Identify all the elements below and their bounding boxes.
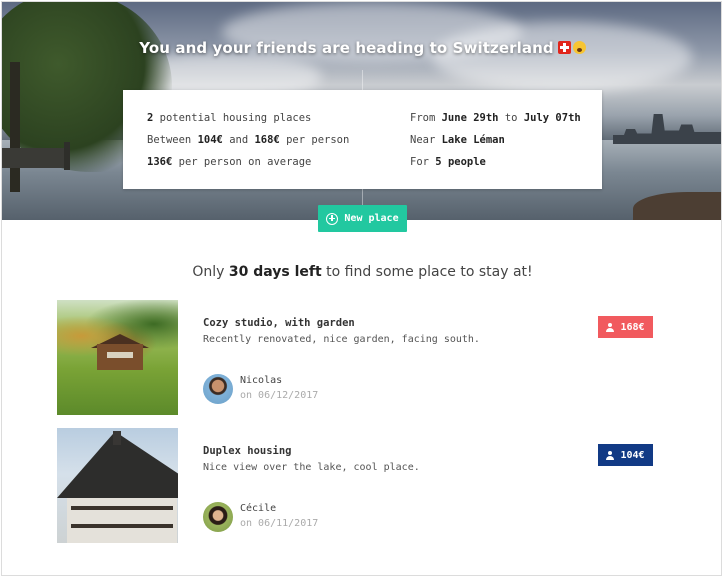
trip-title: You and your friends are heading to Swit… xyxy=(2,39,721,57)
swiss-flag-icon xyxy=(557,41,571,54)
trip-summary-card: 2 potential housing places Between 104€ … xyxy=(123,90,602,189)
new-place-label: New place xyxy=(344,213,399,224)
price-label: 168€ xyxy=(620,321,645,333)
plus-circle-icon xyxy=(326,212,339,225)
app-frame: You and your friends are heading to Swit… xyxy=(1,1,722,576)
price-label: 104€ xyxy=(620,449,645,461)
new-place-button[interactable]: New place xyxy=(318,205,407,232)
summary-left-column: 2 potential housing places Between 104€ … xyxy=(147,112,349,178)
listing-description: Recently renovated, nice garden, facing … xyxy=(203,334,480,345)
listing-title[interactable]: Cozy studio, with garden xyxy=(203,317,355,329)
avatar xyxy=(203,374,233,404)
listing-photo[interactable] xyxy=(57,300,178,415)
listing-photo[interactable] xyxy=(57,428,178,543)
city-skyline-image xyxy=(613,114,721,144)
listing-date: on 06/12/2017 xyxy=(240,390,319,401)
location-line: Near Lake Léman xyxy=(410,134,505,146)
dates-line: From June 29th to July 07th xyxy=(410,112,581,124)
listing-description: Nice view over the lake, cool place. xyxy=(203,462,420,473)
listing-card[interactable]: Cozy studio, with garden Recently renova… xyxy=(57,300,654,415)
pier-image xyxy=(2,148,70,168)
screaming-face-emoji-icon xyxy=(572,41,586,54)
listing-author: Nicolas xyxy=(240,375,283,386)
person-icon xyxy=(606,450,615,460)
listing-author: Cécile xyxy=(240,503,277,514)
housing-count-line: 2 potential housing places xyxy=(147,112,312,124)
people-line: For 5 people xyxy=(410,156,486,168)
price-badge: 168€ xyxy=(598,316,653,338)
deadline-heading: Only 30 days left to find some place to … xyxy=(192,264,533,280)
price-badge: 104€ xyxy=(598,444,653,466)
listing-date: on 06/11/2017 xyxy=(240,518,319,529)
average-price-line: 136€ per person on average xyxy=(147,156,312,168)
price-range-line: Between 104€ and 168€ per person xyxy=(147,134,350,146)
listing-card[interactable]: Duplex housing Nice view over the lake, … xyxy=(57,428,654,543)
summary-right-column: From June 29th to July 07th Near Lake Lé… xyxy=(410,112,581,178)
person-icon xyxy=(606,322,615,332)
avatar xyxy=(203,502,233,532)
listing-title[interactable]: Duplex housing xyxy=(203,445,292,457)
